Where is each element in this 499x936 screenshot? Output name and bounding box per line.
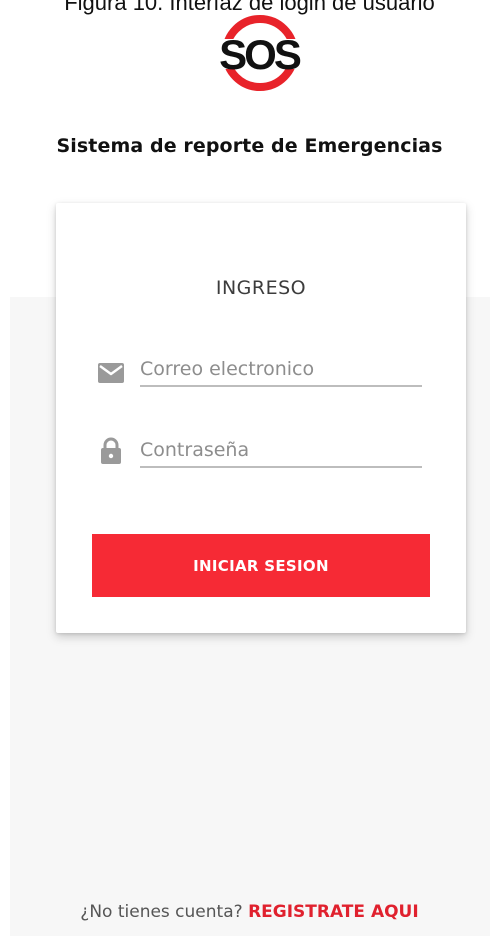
envelope-icon: [96, 358, 126, 388]
login-card: INGRESO INICIAR SESION: [56, 203, 466, 633]
lock-icon: [96, 436, 126, 466]
register-prompt-text: ¿No tienes cuenta?: [80, 902, 243, 922]
email-input[interactable]: [140, 353, 422, 387]
login-title: INGRESO: [215, 277, 307, 299]
register-prompt: ¿No tienes cuenta? REGISTRATE AQUI: [0, 902, 499, 922]
app-title: Sistema de reporte de Emergencias: [56, 135, 443, 157]
svg-text:SOS: SOS: [219, 31, 301, 78]
register-link[interactable]: REGISTRATE AQUI: [248, 902, 419, 922]
password-input[interactable]: [140, 434, 422, 468]
login-button[interactable]: INICIAR SESION: [92, 534, 430, 597]
sos-logo: SOS: [203, 12, 315, 94]
